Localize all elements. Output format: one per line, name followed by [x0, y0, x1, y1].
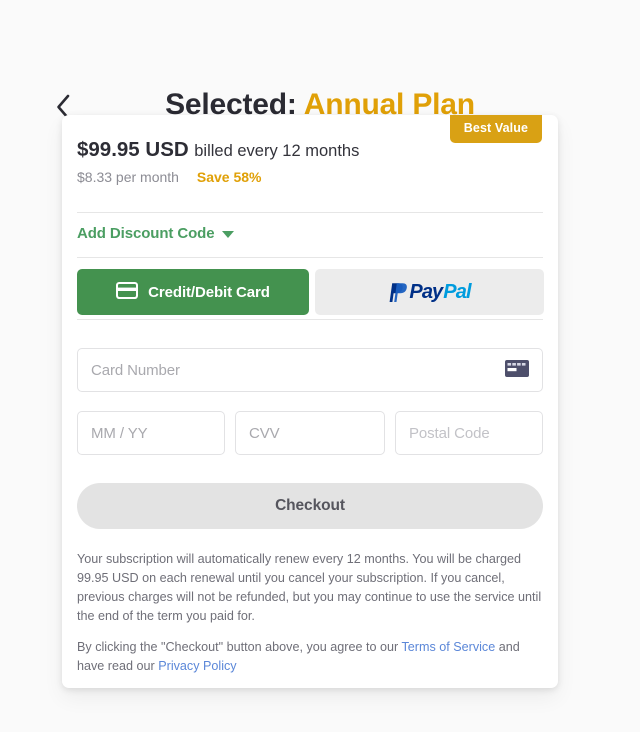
- terms-of-service-link[interactable]: Terms of Service: [401, 640, 495, 654]
- savings-label: Save 58%: [196, 168, 262, 185]
- per-month-price: $8.33 per month: [77, 168, 179, 185]
- pricing-summary: $99.95 USD billed every 12 months $8.33 …: [77, 138, 360, 185]
- tab-credit-debit-card-label: Credit/Debit Card: [148, 283, 270, 301]
- divider-payment: [77, 319, 543, 320]
- terms-notice: By clicking the "Checkout" button above,…: [77, 638, 543, 676]
- credit-card-icon: [505, 359, 529, 381]
- plan-price: $99.95 USD: [77, 138, 189, 161]
- tab-credit-debit-card[interactable]: Credit/Debit Card: [77, 269, 309, 315]
- best-value-badge: Best Value: [449, 115, 542, 143]
- payment-method-tabs: Credit/Debit Card Pay Pal: [77, 269, 544, 315]
- renewal-notice: Your subscription will automatically ren…: [77, 552, 542, 624]
- credit-card-icon: [116, 281, 139, 303]
- expiry-date-input[interactable]: MM / YY: [77, 411, 225, 455]
- checkout-page: Selected: Annual Plan Best Value $99.95 …: [0, 0, 640, 732]
- card-number-input[interactable]: Card Number: [77, 348, 543, 392]
- divider-top: [77, 212, 543, 213]
- checkout-button[interactable]: Checkout: [77, 483, 543, 529]
- paypal-logo-pay: Pay: [409, 281, 443, 303]
- price-sub-line: $8.33 per month Save 58%: [77, 168, 359, 185]
- postal-code-input[interactable]: Postal Code: [395, 411, 543, 455]
- card-number-placeholder: Card Number: [91, 361, 180, 379]
- terms-prefix: By clicking the "Checkout" button above,…: [77, 640, 402, 654]
- add-discount-code-toggle[interactable]: Add Discount Code: [77, 225, 235, 242]
- add-discount-code-label: Add Discount Code: [77, 225, 215, 242]
- price-line: $99.95 USD billed every 12 months: [77, 138, 360, 162]
- paypal-logo-pal: Pal: [443, 281, 471, 303]
- cvv-input[interactable]: CVV: [235, 411, 385, 455]
- page-header: Selected: Annual Plan: [0, 38, 640, 121]
- paypal-logo-icon: Pay Pal: [388, 281, 472, 303]
- tab-paypal[interactable]: Pay Pal: [315, 269, 544, 315]
- divider-discount: [77, 257, 543, 258]
- chevron-down-icon: [222, 231, 235, 238]
- billing-period: billed every 12 months: [194, 142, 360, 160]
- privacy-policy-link[interactable]: Privacy Policy: [158, 659, 236, 673]
- cvv-placeholder: CVV: [249, 424, 280, 442]
- expiry-placeholder: MM / YY: [91, 424, 148, 442]
- postal-code-placeholder: Postal Code: [409, 424, 490, 442]
- checkout-card: Best Value $99.95 USD billed every 12 mo…: [62, 115, 558, 688]
